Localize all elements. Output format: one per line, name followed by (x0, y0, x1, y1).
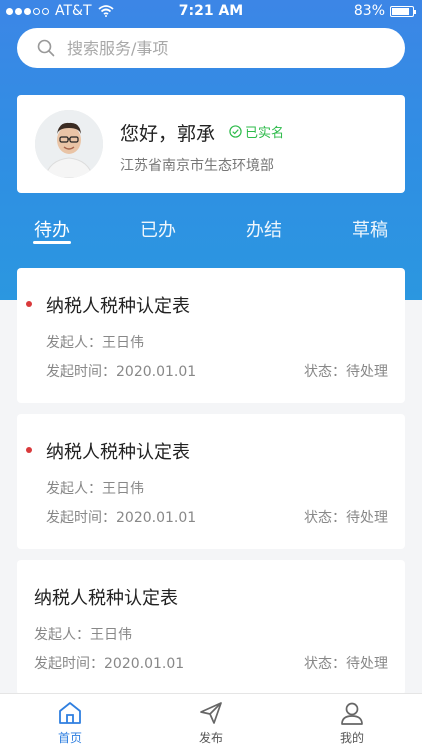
task-title: 纳税人税种认定表 (46, 296, 190, 317)
task-time: 发起时间：2020.01.01 (34, 656, 185, 672)
task-initiator: 发起人：王日伟 (34, 627, 132, 643)
send-icon (200, 702, 222, 724)
greeting-text: 您好，郭承 (120, 123, 216, 145)
task-initiator: 发起人：王日伟 (46, 481, 144, 497)
bottom-nav-bar: 首页 发布 我的 (0, 693, 422, 750)
tab-drafts[interactable]: 草稿 (352, 216, 388, 242)
task-status: 状态：待处理 (304, 364, 388, 380)
task-time: 发起时间：2020.01.01 (46, 510, 197, 526)
battery-area: 83% (353, 3, 416, 19)
tab-done[interactable]: 已办 (140, 216, 176, 242)
task-status: 状态：待处理 (304, 510, 388, 526)
profile-card[interactable]: 您好，郭承 已实名 江苏省南京市生态环境部 (17, 95, 405, 193)
user-photo (35, 110, 103, 178)
verified-label: 已实名 (245, 126, 285, 141)
search-input[interactable] (67, 38, 387, 58)
task-time: 发起时间：2020.01.01 (46, 364, 197, 380)
tab-completed[interactable]: 办结 (246, 216, 282, 242)
active-tab-indicator (33, 241, 71, 244)
nav-publish-label: 发布 (198, 731, 223, 745)
nav-home-label: 首页 (57, 731, 82, 745)
nav-mine-label: 我的 (339, 731, 364, 745)
search-icon (37, 39, 55, 57)
task-title: 纳税人税种认定表 (34, 588, 178, 609)
search-bar[interactable] (17, 28, 405, 68)
task-card[interactable]: 纳税人税种认定表 发起人：王日伟 发起时间：2020.01.01 状态：待处理 (17, 268, 405, 403)
nav-mine[interactable]: 我的 (312, 700, 392, 746)
battery-percent: 83% (353, 3, 385, 19)
task-card[interactable]: 纳税人税种认定表 发起人：王日伟 发起时间：2020.01.01 状态：待处理 (17, 560, 405, 695)
home-icon (59, 702, 81, 724)
unread-dot (26, 301, 32, 307)
user-icon (341, 702, 363, 725)
nav-publish[interactable]: 发布 (171, 700, 251, 746)
tab-todo[interactable]: 待办 (34, 216, 70, 242)
check-circle-icon (229, 125, 242, 138)
status-bar: AT&T 7:21 AM 83% (0, 0, 422, 24)
task-card[interactable]: 纳税人税种认定表 发起人：王日伟 发起时间：2020.01.01 状态：待处理 (17, 414, 405, 549)
verified-badge: 已实名 (229, 122, 284, 141)
task-title: 纳税人税种认定表 (46, 442, 190, 463)
organization-text: 江苏省南京市生态环境部 (120, 158, 274, 174)
task-status: 状态：待处理 (304, 656, 388, 672)
avatar[interactable] (35, 110, 103, 178)
task-initiator: 发起人：王日伟 (46, 335, 144, 351)
battery-icon (390, 5, 416, 17)
nav-home[interactable]: 首页 (30, 700, 110, 746)
unread-dot (26, 447, 32, 453)
